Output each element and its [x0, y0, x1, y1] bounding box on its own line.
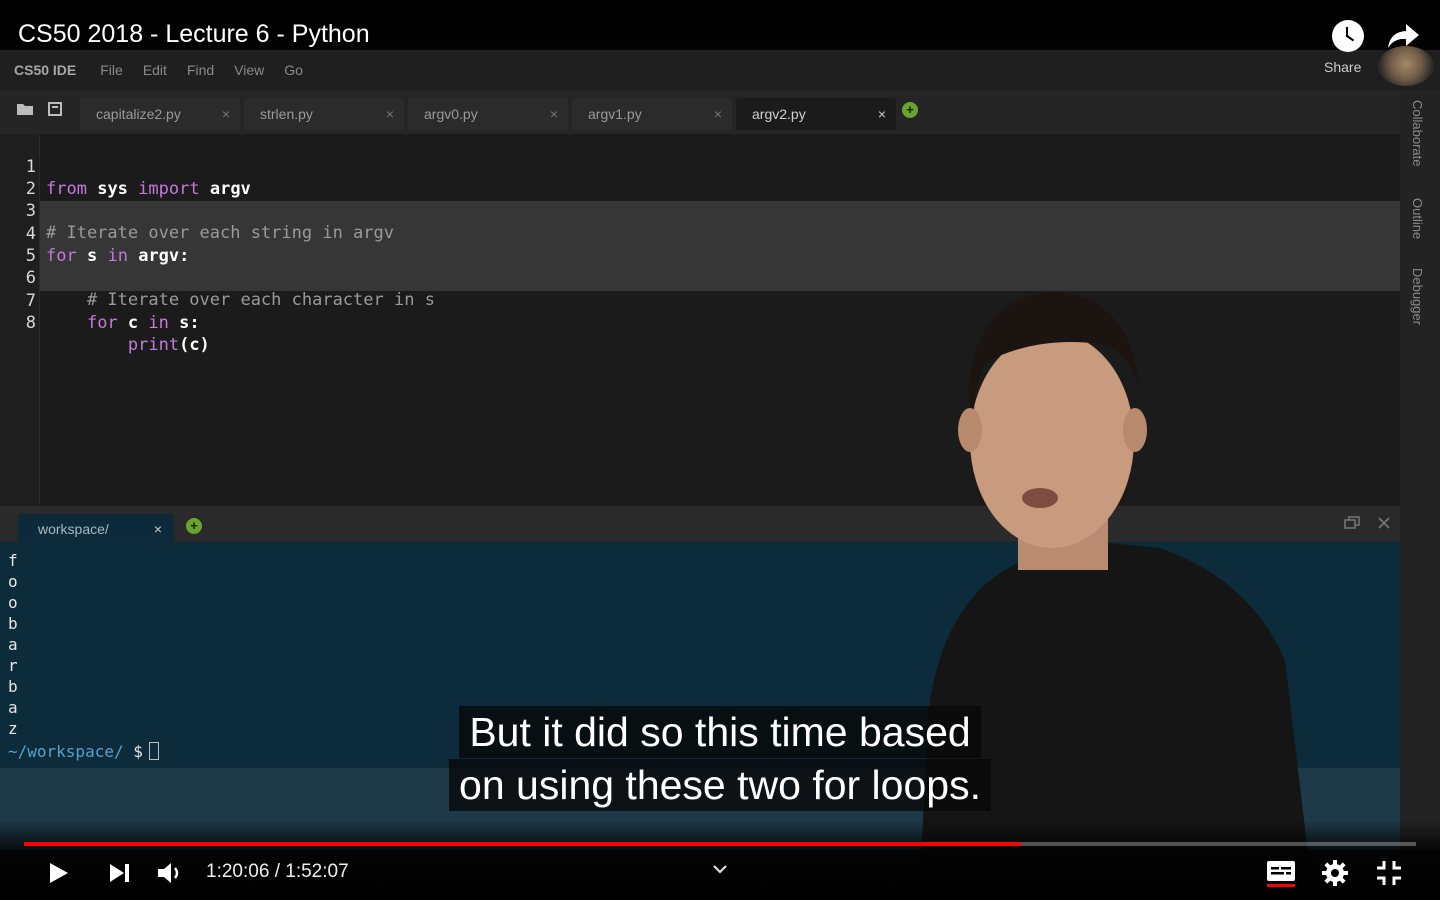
code-text: for s in argv: — [46, 246, 190, 266]
new-tab-button[interactable]: + — [902, 102, 918, 118]
play-icon[interactable] — [46, 861, 70, 885]
menu-find[interactable]: Find — [187, 62, 214, 78]
tab-strlen[interactable]: strlen.py × — [244, 98, 404, 130]
code-line: 1 from sys import argv — [0, 134, 251, 199]
close-icon[interactable]: × — [386, 98, 394, 130]
terminal-output-line: b — [8, 614, 18, 633]
tab-label: argv1.py — [588, 106, 642, 122]
terminal-output-line: a — [8, 698, 18, 717]
watch-later-icon[interactable] — [1332, 20, 1364, 52]
menu-view[interactable]: View — [234, 62, 264, 78]
caption-line: on using these two for loops. — [449, 759, 991, 811]
volume-icon[interactable] — [156, 860, 184, 886]
captions: But it did so this time based on using t… — [420, 706, 1020, 812]
tab-argv1[interactable]: argv1.py × — [572, 98, 732, 130]
terminal-output-line: z — [8, 719, 18, 738]
terminal-tab-label: workspace/ — [38, 521, 109, 537]
terminal-output-line: b — [8, 677, 18, 696]
progress-fill — [24, 842, 1022, 846]
time-separator: / — [274, 861, 280, 882]
caption-line: But it did so this time based — [459, 706, 981, 758]
panel-outline[interactable]: Outline — [1410, 198, 1425, 239]
code-line: 5 — [0, 223, 61, 266]
close-icon[interactable]: × — [222, 98, 230, 130]
code-line: 2 — [0, 156, 61, 199]
video-title[interactable]: CS50 2018 - Lecture 6 - Python — [18, 20, 370, 49]
code-text: print(c) — [127, 335, 210, 355]
close-icon[interactable]: × — [878, 98, 886, 130]
code-line: 4 for s in argv: — [0, 201, 190, 266]
tab-argv0[interactable]: argv0.py × — [408, 98, 568, 130]
code-text: for c in s: — [86, 313, 200, 333]
share-label[interactable]: Share — [1324, 59, 1361, 75]
code-line: 7 for c in s: — [0, 268, 200, 333]
time-current: 1:20:06 — [206, 861, 270, 882]
settings-icon[interactable] — [1321, 859, 1349, 887]
next-icon[interactable] — [108, 862, 132, 884]
prompt-path: ~/workspace/ — [8, 742, 124, 761]
time-total: 1:52:07 — [285, 861, 349, 882]
right-side-panel: Collaborate Outline Debugger — [1400, 90, 1440, 850]
avatar[interactable] — [1378, 46, 1434, 86]
code-line: 8 print(c) — [0, 290, 210, 355]
tab-capitalize2[interactable]: capitalize2.py × — [80, 98, 240, 130]
code-line: 3 # Iterate over each string in argv — [0, 178, 394, 243]
subtitles-icon[interactable] — [1266, 860, 1296, 888]
terminal-output-line: r — [8, 656, 18, 675]
prompt-symbol: $ — [133, 742, 143, 761]
close-icon[interactable]: × — [550, 98, 558, 130]
ide-menubar: CS50 IDE File Edit Find View Go — [0, 50, 1440, 90]
tab-label: capitalize2.py — [96, 106, 181, 122]
restore-icon[interactable] — [1344, 516, 1360, 530]
terminal-output-line: o — [8, 593, 18, 612]
terminal-cursor — [148, 742, 159, 760]
tab-label: strlen.py — [260, 106, 313, 122]
tab-label: argv0.py — [424, 106, 478, 122]
close-panel-icon[interactable] — [1377, 516, 1391, 530]
code-comment: # Iterate over each string in argv — [46, 223, 394, 243]
folder-icon[interactable] — [16, 102, 34, 116]
terminal-prompt[interactable]: ~/workspace/ $ — [8, 741, 159, 762]
code-text: from sys import argv — [46, 179, 251, 199]
panel-debugger[interactable]: Debugger — [1410, 268, 1425, 325]
new-terminal-button[interactable]: + — [186, 518, 202, 534]
exit-fullscreen-icon[interactable] — [1376, 860, 1402, 886]
terminal-tab[interactable]: workspace/ × — [18, 514, 174, 544]
close-icon[interactable]: × — [154, 514, 162, 544]
video-frame[interactable]: CS50 IDE File Edit Find View Go capitali… — [0, 0, 1440, 900]
menu-edit[interactable]: Edit — [143, 62, 167, 78]
ide-brand: CS50 IDE — [14, 62, 77, 78]
menu-go[interactable]: Go — [284, 62, 303, 78]
code-line: 6 # Iterate over each character in s — [0, 245, 435, 310]
close-icon[interactable]: × — [714, 98, 722, 130]
chevron-down-icon[interactable] — [712, 864, 728, 874]
tab-argv2[interactable]: argv2.py × — [736, 98, 896, 130]
terminal-output-line: f — [8, 551, 18, 570]
progress-bar[interactable] — [24, 842, 1416, 846]
files-icon[interactable] — [46, 102, 64, 116]
controls-background — [0, 820, 1440, 900]
terminal-output-line: a — [8, 635, 18, 654]
terminal-output-line: o — [8, 572, 18, 591]
time-display: 1:20:06 / 1:52:07 — [206, 861, 349, 883]
line-number: 8 — [25, 313, 36, 333]
tab-label: argv2.py — [752, 106, 806, 122]
selection-highlight — [40, 201, 1400, 291]
menu-file[interactable]: File — [100, 62, 123, 78]
panel-collaborate[interactable]: Collaborate — [1410, 100, 1425, 167]
code-comment: # Iterate over each character in s — [46, 290, 435, 310]
